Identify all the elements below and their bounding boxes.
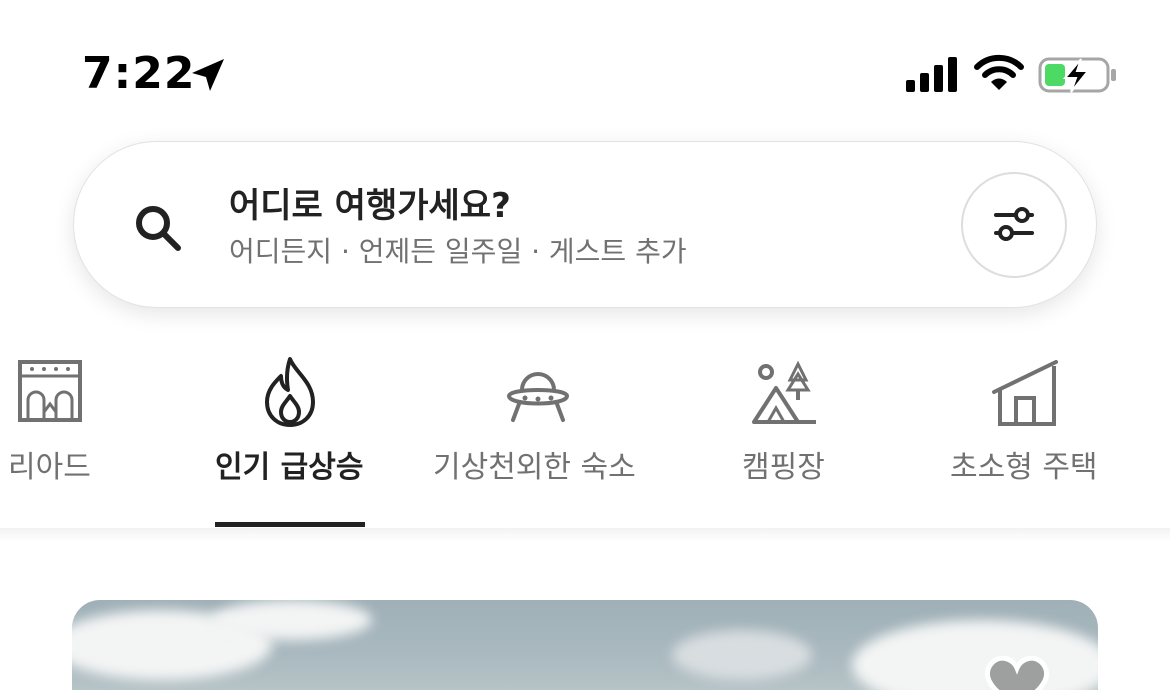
category-label: 리아드 bbox=[8, 450, 91, 485]
photo-cloud bbox=[212, 600, 372, 640]
category-tiny-homes[interactable]: 초소형 주택 bbox=[950, 340, 1110, 528]
photo-cloud bbox=[672, 630, 812, 680]
filter-button[interactable] bbox=[961, 172, 1067, 278]
filter-sliders-icon bbox=[994, 207, 1034, 241]
riad-building-icon bbox=[18, 360, 82, 422]
search-icon bbox=[136, 206, 181, 251]
category-trending[interactable]: 인기 급상승 bbox=[215, 340, 365, 528]
wifi-icon bbox=[974, 54, 1024, 90]
category-label: 인기 급상승 bbox=[215, 450, 364, 485]
location-arrow-icon bbox=[192, 59, 224, 91]
category-label: 캠핑장 bbox=[742, 450, 825, 485]
listing-photo[interactable] bbox=[72, 600, 1098, 690]
active-tab-indicator bbox=[215, 522, 365, 527]
category-omg[interactable]: 기상천외한 숙소 bbox=[433, 340, 643, 528]
status-time: 7:22 bbox=[82, 48, 196, 99]
tent-icon bbox=[752, 360, 816, 424]
tiny-house-icon bbox=[992, 360, 1058, 426]
heart-icon[interactable] bbox=[977, 650, 1057, 690]
search-subtitle: 어디든지 · 언제든 일주일 · 게스트 추가 bbox=[229, 235, 687, 268]
ufo-icon bbox=[506, 372, 570, 422]
category-bar-shadow bbox=[0, 528, 1170, 542]
search-title: 어디로 여행가세요? bbox=[229, 186, 511, 226]
search-bar[interactable]: 어디로 여행가세요? 어디든지 · 언제든 일주일 · 게스트 추가 bbox=[73, 141, 1097, 308]
category-label: 초소형 주택 bbox=[950, 450, 1098, 485]
status-bar: 7:22 bbox=[0, 0, 1170, 130]
battery-charging-icon bbox=[1038, 57, 1116, 93]
category-riad[interactable]: 리아드 bbox=[0, 340, 120, 528]
category-label: 기상천외한 숙소 bbox=[433, 450, 636, 485]
category-camping[interactable]: 캠핑장 bbox=[742, 340, 832, 528]
category-bar: 리아드 인기 급상승 기상천외한 숙소 캠핑장 초소형 주택 bbox=[0, 340, 1170, 529]
photo-cloud bbox=[852, 620, 1098, 690]
cellular-signal-icon bbox=[906, 57, 957, 92]
flame-icon bbox=[265, 357, 315, 427]
